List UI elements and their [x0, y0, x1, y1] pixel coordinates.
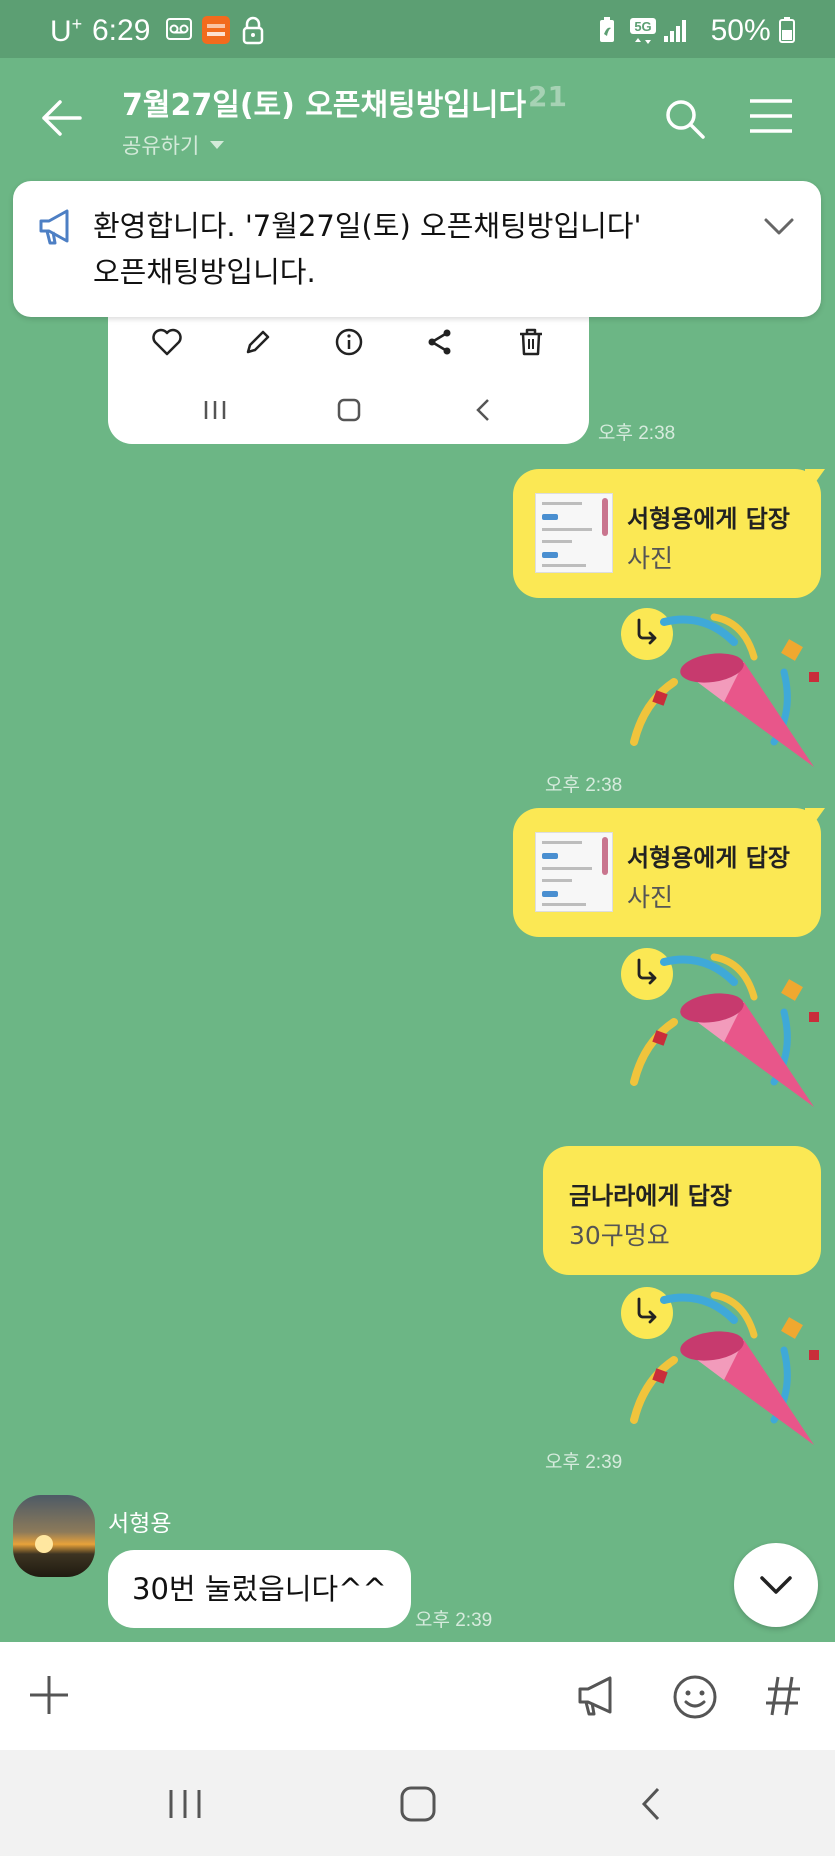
- hashtag-icon: [766, 1676, 800, 1716]
- reply-photo-thumbnail: [535, 832, 613, 912]
- chat-header: 7월27일(토) 오픈채팅방입니다 21 공유하기: [0, 58, 835, 178]
- voicemail-icon: [166, 18, 192, 45]
- message-time: 오후 2:39: [545, 1452, 623, 1473]
- carrier-label: U+: [50, 14, 83, 48]
- previous-photo-message[interactable]: [108, 300, 589, 444]
- reply-subtitle: 사진: [627, 883, 674, 912]
- reply-title: 금나라에게 답장: [569, 1182, 732, 1210]
- search-button[interactable]: [664, 98, 706, 144]
- hamburger-menu-icon: [750, 99, 792, 133]
- reply-title: 서형용에게 답장: [627, 844, 790, 872]
- notice-megaphone-button[interactable]: [576, 1674, 622, 1722]
- battery-icon: [779, 17, 795, 43]
- sender-name: 서형용: [108, 1511, 172, 1537]
- edit-pencil-icon[interactable]: [244, 328, 272, 360]
- notice-text: 환영합니다. '7월27일(토) 오픈채팅방입니다' 오픈채팅방입니다.: [93, 203, 733, 295]
- reply-bubble[interactable]: 서형용에게 답장 사진: [513, 808, 821, 937]
- incoming-message-bubble[interactable]: 30번 눌렀읍니다^^: [108, 1550, 411, 1628]
- signal-icon: [662, 18, 688, 49]
- chevron-down-icon: [764, 218, 794, 235]
- chevron-down-icon: [760, 1576, 792, 1594]
- search-icon: [666, 100, 705, 139]
- party-popper-sticker[interactable]: [624, 612, 824, 787]
- network-5g-icon: 5G: [630, 18, 656, 51]
- nav-back-icon: [472, 398, 494, 426]
- back-arrow-icon: [42, 100, 82, 136]
- emoticon-button[interactable]: [672, 1674, 718, 1724]
- sender-avatar[interactable]: [13, 1495, 95, 1577]
- status-time: 6:29: [92, 14, 151, 47]
- menu-button[interactable]: [748, 98, 794, 138]
- member-count: 21: [528, 80, 567, 113]
- lock-icon: [242, 15, 264, 50]
- system-back-button[interactable]: [636, 1786, 666, 1826]
- bubble-tail: [805, 469, 825, 497]
- home-icon: [400, 1786, 436, 1822]
- battery-percent: 50%: [710, 14, 771, 47]
- trash-icon[interactable]: [518, 328, 544, 360]
- caret-down-icon: [209, 141, 224, 149]
- reply-title: 서형용에게 답장: [627, 505, 790, 533]
- recent-apps-icon: [169, 1790, 201, 1818]
- bubble-tail: [805, 808, 825, 836]
- scroll-to-bottom-button[interactable]: [734, 1543, 818, 1627]
- reply-bubble[interactable]: 금나라에게 답장 30구멍요: [543, 1146, 821, 1275]
- megaphone-icon: [37, 207, 79, 251]
- battery-indicator: 50%: [711, 14, 795, 48]
- nav-back-icon: [641, 1787, 660, 1821]
- notice-line-2: 오픈채팅방입니다.: [93, 255, 316, 289]
- hashtag-search-button[interactable]: [764, 1674, 802, 1722]
- reply-subtitle: 30구멍요: [569, 1221, 670, 1250]
- message-input-bar: [0, 1642, 835, 1750]
- share-label: 공유하기: [122, 134, 200, 158]
- back-button[interactable]: [40, 98, 82, 142]
- reply-bubble[interactable]: 서형용에게 답장 사진: [513, 469, 821, 598]
- heart-icon[interactable]: [152, 328, 182, 360]
- expand-notice-button[interactable]: [763, 217, 795, 241]
- share-icon[interactable]: [426, 328, 454, 360]
- recent-apps-icon: [202, 398, 228, 426]
- message-time: 오후 2:38: [545, 775, 623, 796]
- info-icon[interactable]: [335, 328, 363, 360]
- message-time: 오후 2:39: [415, 1610, 493, 1631]
- megaphone-icon: [578, 1676, 612, 1716]
- party-popper-sticker[interactable]: [624, 952, 824, 1127]
- plus-icon: [30, 1676, 68, 1714]
- svg-text:5G: 5G: [634, 19, 651, 34]
- battery-saver-icon: [598, 16, 616, 49]
- emoticon-icon: [673, 1675, 717, 1719]
- chat-title[interactable]: 7월27일(토) 오픈채팅방입니다: [122, 80, 526, 124]
- temu-app-icon: [202, 16, 230, 49]
- recent-apps-button[interactable]: [166, 1786, 204, 1826]
- status-bar: U+ 6:29 5G 50%: [0, 0, 835, 58]
- home-button[interactable]: [399, 1786, 437, 1826]
- photo-nav-bar: [108, 398, 589, 428]
- home-icon: [336, 398, 362, 426]
- party-popper-sticker[interactable]: [624, 1290, 824, 1465]
- reply-subtitle: 사진: [627, 544, 674, 573]
- attach-plus-button[interactable]: [28, 1674, 70, 1720]
- system-navigation-bar: [0, 1750, 835, 1856]
- reply-photo-thumbnail: [535, 493, 613, 573]
- share-dropdown[interactable]: 공유하기: [122, 130, 224, 160]
- notice-banner[interactable]: 환영합니다. '7월27일(토) 오픈채팅방입니다' 오픈채팅방입니다.: [13, 181, 821, 317]
- notice-line-1: 환영합니다. '7월27일(토) 오픈채팅방입니다': [93, 209, 642, 243]
- message-time: 오후 2:38: [598, 423, 676, 444]
- photo-action-bar: [108, 328, 589, 358]
